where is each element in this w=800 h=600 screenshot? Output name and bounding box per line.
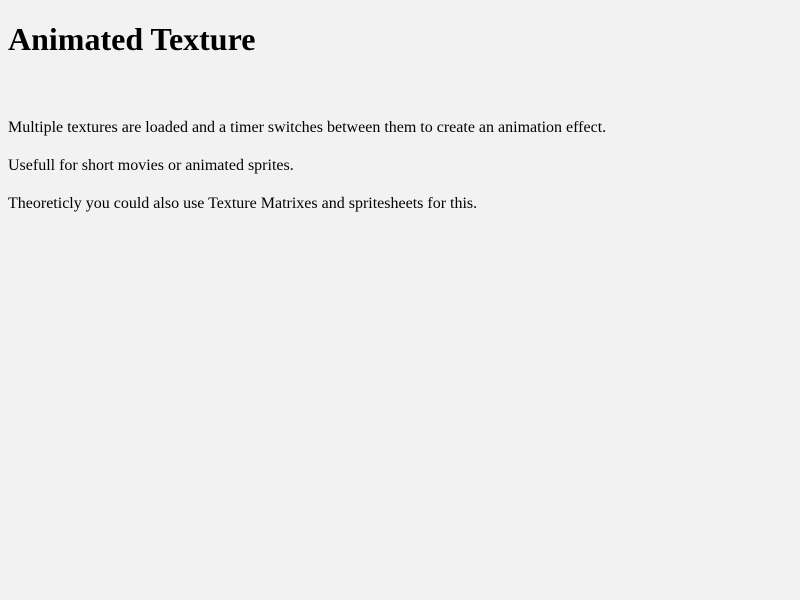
page-content: Animated Texture Multiple textures are l… xyxy=(0,0,800,600)
description: Multiple textures are loaded and a timer… xyxy=(8,119,792,213)
description-paragraph-3: Theoreticly you could also use Texture M… xyxy=(8,195,478,212)
description-paragraph-1: Multiple textures are loaded and a timer… xyxy=(8,119,607,136)
page-title: Animated Texture xyxy=(8,21,256,57)
description-paragraph-2: Usefull for short movies or animated spr… xyxy=(8,157,294,174)
